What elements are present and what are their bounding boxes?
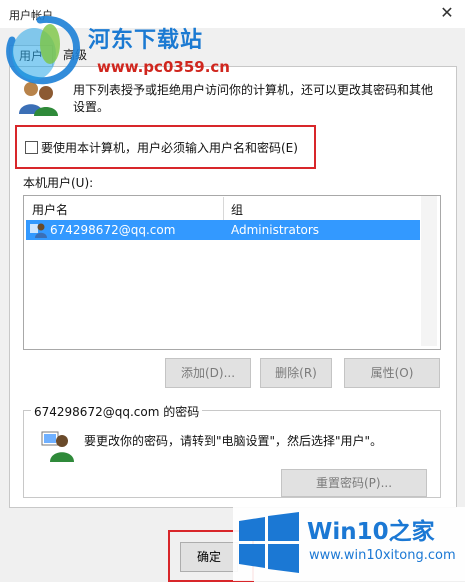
password-instruction: 要更改你的密码，请转到"电脑设置"，然后选择"用户"。 bbox=[84, 434, 383, 448]
table-scrollbar[interactable] bbox=[421, 196, 437, 346]
remove-button[interactable]: 删除(R) bbox=[260, 358, 332, 388]
column-separator[interactable] bbox=[223, 197, 224, 221]
user-icon bbox=[30, 223, 47, 238]
ok-button[interactable]: 确定 bbox=[180, 542, 238, 572]
user-password-icon bbox=[41, 431, 74, 462]
description-text: 用下列表授予或拒绝用户访问你的计算机，还可以更改其密码和其他设置。 bbox=[73, 83, 434, 114]
user-name-cell: 674298672@qq.com bbox=[50, 223, 176, 237]
require-login-label[interactable]: 要使用本计算机，用户必须输入用户名和密码(E) bbox=[41, 139, 298, 156]
properties-button[interactable]: 属性(O) bbox=[344, 358, 440, 388]
watermark-url-bottom: www.win10xitong.com bbox=[309, 548, 456, 563]
local-users-label: 本机用户(U): bbox=[23, 176, 94, 190]
hedong-logo-watermark bbox=[6, 15, 81, 85]
windows-logo-icon bbox=[239, 512, 299, 573]
column-header-group[interactable]: 组 bbox=[231, 200, 243, 220]
watermark-brand-top: 河东下载站 bbox=[88, 28, 204, 53]
reset-password-button[interactable]: 重置密码(P)... bbox=[281, 469, 427, 497]
password-group-legend: 674298672@qq.com 的密码 bbox=[31, 403, 203, 420]
watermark-url-top: www.pc0359.cn bbox=[97, 58, 230, 76]
add-button[interactable]: 添加(D)... bbox=[165, 358, 251, 388]
close-button[interactable]: ✕ bbox=[436, 3, 458, 23]
require-login-checkbox[interactable] bbox=[25, 141, 38, 154]
user-group-cell: Administrators bbox=[231, 223, 320, 237]
column-header-username[interactable]: 用户名 bbox=[32, 200, 68, 220]
watermark-brand-bottom: Win10之家 bbox=[307, 519, 435, 545]
